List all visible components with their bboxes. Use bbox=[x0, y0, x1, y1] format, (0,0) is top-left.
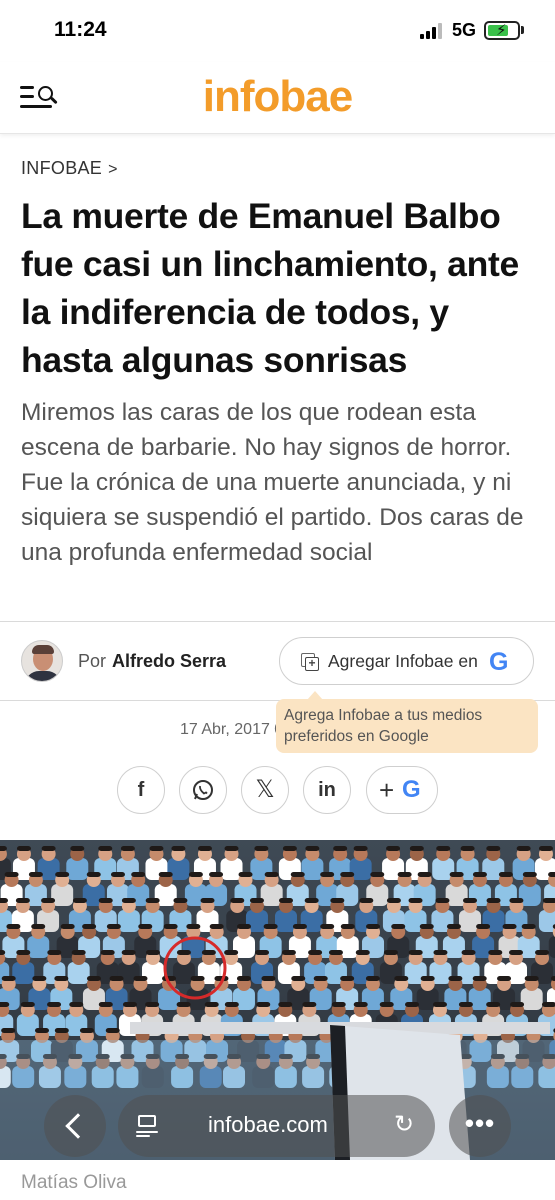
url-text[interactable]: infobae.com bbox=[208, 1112, 328, 1138]
reload-icon[interactable]: ↻ bbox=[394, 1110, 414, 1139]
browser-back-button[interactable] bbox=[44, 1095, 106, 1157]
plus-icon: + bbox=[379, 775, 395, 805]
google-icon: G bbox=[402, 776, 421, 803]
battery-cap bbox=[521, 26, 524, 34]
whatsapp-icon bbox=[193, 780, 213, 800]
site-header: infobae bbox=[0, 62, 555, 134]
photo-credit: Matías Oliva bbox=[21, 1172, 127, 1193]
chevron-right-icon: > bbox=[108, 161, 118, 178]
share-whatsapp-button[interactable] bbox=[179, 766, 227, 814]
add-source-icon: + bbox=[301, 653, 319, 671]
x-icon: 𝕏 bbox=[255, 776, 275, 803]
site-logo[interactable]: infobae bbox=[0, 72, 555, 122]
linkedin-icon: in bbox=[318, 779, 336, 801]
charging-icon: ⚡ bbox=[496, 22, 507, 39]
signal-icon bbox=[420, 23, 446, 39]
divider bbox=[0, 621, 555, 622]
browser-more-button[interactable]: ••• bbox=[449, 1095, 511, 1157]
share-x-button[interactable]: 𝕏 bbox=[241, 766, 289, 814]
page-menu-icon[interactable] bbox=[136, 1114, 158, 1137]
google-icon: G bbox=[489, 648, 509, 676]
breadcrumb[interactable]: INFOBAE > bbox=[21, 158, 118, 179]
article-subtitle: Miremos las caras de los que rodean esta… bbox=[21, 399, 524, 566]
article-headline: La muerte de Emanuel Balbo fue casi un l… bbox=[21, 196, 519, 380]
share-linkedin-button[interactable]: in bbox=[303, 766, 351, 814]
status-bar: 11:24 5G ⚡ bbox=[0, 0, 555, 62]
author-name[interactable]: Alfredo Serra bbox=[112, 651, 226, 672]
more-icon: ••• bbox=[464, 1108, 496, 1138]
address-bar[interactable]: infobae.com ↻ bbox=[118, 1095, 435, 1157]
status-time: 11:24 bbox=[54, 18, 107, 41]
add-infobae-google-button[interactable]: + Agregar Infobae en G bbox=[279, 637, 534, 685]
publish-date: 17 Abr, 2017 0 bbox=[180, 721, 284, 738]
byline-prefix: Por bbox=[78, 651, 107, 671]
breadcrumb-label[interactable]: INFOBAE bbox=[21, 158, 102, 178]
network-label: 5G bbox=[452, 20, 477, 40]
google-button-label: Agregar Infobae en bbox=[328, 651, 478, 671]
chevron-left-icon bbox=[65, 1113, 91, 1139]
share-facebook-button[interactable]: f bbox=[117, 766, 165, 814]
share-google-button[interactable]: + G bbox=[366, 766, 438, 814]
author-avatar[interactable] bbox=[21, 640, 63, 682]
facebook-icon: f bbox=[137, 779, 145, 801]
google-tooltip: Agrega Infobae a tus medios preferidos e… bbox=[276, 699, 538, 753]
